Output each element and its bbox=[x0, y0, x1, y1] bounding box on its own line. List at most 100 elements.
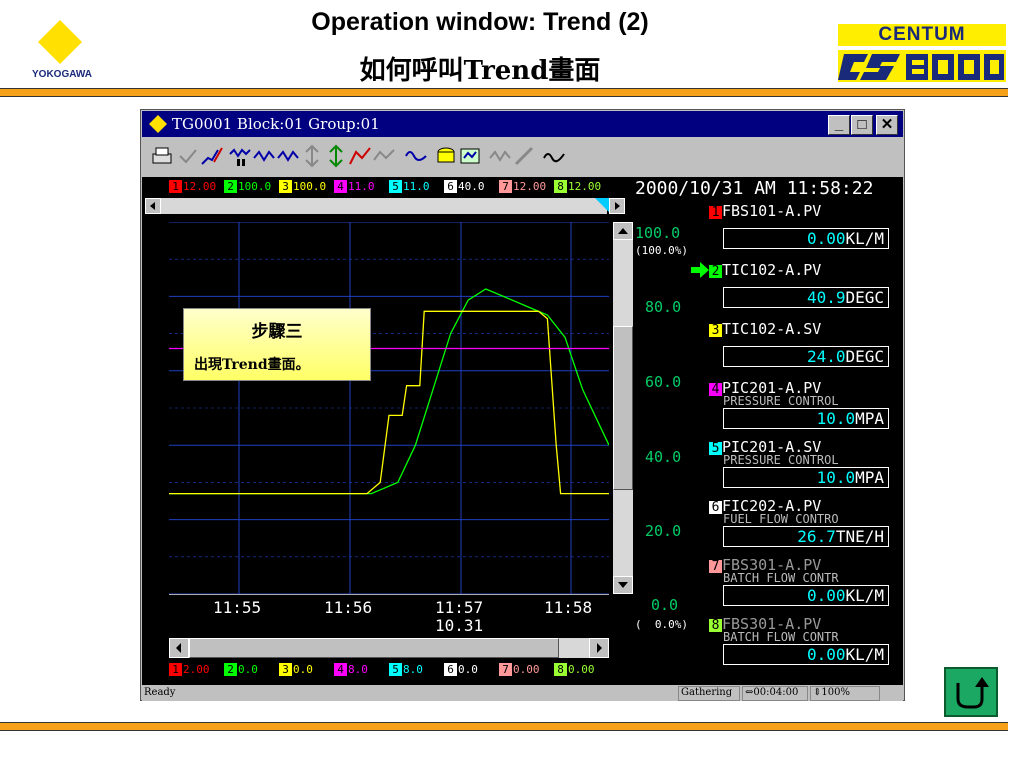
pen-number-badge: 5 bbox=[709, 442, 722, 455]
tag-row-8[interactable]: 8 FBS301-A.PV BATCH FLOW CONTR 0.00KL/M bbox=[709, 615, 903, 673]
pen-number-badge: 2 bbox=[709, 265, 722, 278]
window-titlebar[interactable]: TG0001 Block:01 Group:01 _ □ ✕ bbox=[142, 111, 903, 137]
tag-row-6[interactable]: 6 FIC202-A.PV FUEL FLOW CONTRO 26.7TNE/H bbox=[709, 497, 903, 555]
tag-name-line: 3 TIC102-A.SV bbox=[709, 320, 821, 338]
time-cursor-marker-icon[interactable] bbox=[595, 198, 609, 212]
trend-select-icon[interactable] bbox=[348, 144, 372, 168]
scroll-down-button[interactable] bbox=[613, 576, 633, 594]
trend-expand-icon[interactable] bbox=[324, 144, 348, 168]
tag-row-2[interactable]: 2 TIC102-A.PV 40.9DEGC bbox=[709, 261, 903, 319]
tag-row-3[interactable]: 3 TIC102-A.SV 24.0DEGC bbox=[709, 320, 903, 378]
tag-unit: MPA bbox=[855, 468, 884, 487]
scroll-right-bottom-button[interactable] bbox=[589, 638, 609, 658]
tag-description: BATCH FLOW CONTR bbox=[723, 630, 839, 644]
vertical-scroll-thumb[interactable] bbox=[613, 326, 633, 490]
bottom-scale-3: 3 0.0 bbox=[279, 663, 313, 676]
data-load-icon[interactable] bbox=[434, 144, 458, 168]
tag-name: FBS101-A.PV bbox=[722, 202, 822, 220]
minimize-button[interactable]: _ bbox=[828, 115, 850, 135]
pen-number-badge: 2 bbox=[224, 663, 237, 676]
tag-row-1[interactable]: 1 FBS101-A.PV 0.00KL/M bbox=[709, 202, 903, 260]
tag-value: 26.7 bbox=[797, 527, 836, 546]
trend-left-icon[interactable] bbox=[252, 144, 276, 168]
trend-line-icon[interactable] bbox=[542, 144, 566, 168]
pen-number-badge: 7 bbox=[499, 663, 512, 676]
selected-pen-arrow-icon bbox=[691, 262, 709, 278]
trend-right-icon[interactable] bbox=[276, 144, 300, 168]
tag-row-5[interactable]: 5 PIC201-A.SV PRESSURE CONTROL 10.0MPA bbox=[709, 438, 903, 496]
bottom-scale-5: 5 8.0 bbox=[389, 663, 423, 676]
tag-value: 24.0 bbox=[806, 347, 846, 366]
trend-pause-icon[interactable] bbox=[228, 144, 252, 168]
scale-value: 12.00 bbox=[183, 180, 217, 193]
pen-number-badge: 6 bbox=[444, 180, 457, 193]
bottom-scroll-thumb[interactable] bbox=[189, 638, 559, 658]
scroll-left-top-button[interactable] bbox=[145, 198, 161, 214]
timestamp: 2000/10/31 AM 11:58:22 bbox=[635, 178, 874, 199]
check-icon[interactable] bbox=[176, 144, 200, 168]
tag-value: 0.00 bbox=[806, 586, 846, 605]
tag-value-box: 10.0MPA bbox=[723, 408, 889, 429]
pen-number-badge: 1 bbox=[169, 180, 182, 193]
trend-gray-icon[interactable] bbox=[372, 144, 396, 168]
tag-name: TIC102-A.SV bbox=[722, 320, 822, 338]
scale-value: 2.00 bbox=[183, 663, 210, 676]
pen-number-badge: 8 bbox=[709, 619, 722, 632]
tag-value: 10.0 bbox=[816, 468, 856, 487]
page-subtitle: 如何呼叫Trend畫面 bbox=[359, 56, 601, 86]
scale-value: 12.00 bbox=[513, 180, 547, 193]
tag-row-7[interactable]: 7 FBS301-A.PV BATCH FLOW CONTR 0.00KL/M bbox=[709, 556, 903, 614]
bottom-scale-6: 6 0.0 bbox=[444, 663, 478, 676]
time-axis: 11:55 11:56 11:57 11:58 10.31 bbox=[169, 594, 609, 637]
top-scale-5: 5 11.0 bbox=[389, 180, 430, 193]
toolbar bbox=[142, 139, 903, 177]
top-scroll-track[interactable] bbox=[161, 198, 607, 214]
status-ready: Ready bbox=[144, 687, 176, 698]
trend-zoom-icon[interactable] bbox=[300, 144, 324, 168]
tool-edit-icon[interactable] bbox=[512, 144, 536, 168]
status-span: ⇔00:04:00 bbox=[742, 686, 808, 701]
tag-value-box: 26.7TNE/H bbox=[723, 526, 889, 547]
pen-number-badge: 8 bbox=[554, 180, 567, 193]
status-zoom-value: 100% bbox=[821, 687, 850, 698]
pen-number-badge: 8 bbox=[554, 663, 567, 676]
return-arrow-icon bbox=[956, 677, 989, 709]
trend-window: TG0001 Block:01 Group:01 _ □ ✕ 1 12.00 2 10… bbox=[140, 109, 905, 701]
edit-pen-icon[interactable] bbox=[200, 144, 224, 168]
trend-stop-icon[interactable] bbox=[488, 144, 512, 168]
scroll-left-bottom-button[interactable] bbox=[169, 638, 189, 658]
scroll-right-top-button[interactable] bbox=[609, 198, 625, 214]
scale-value: 8.0 bbox=[403, 663, 423, 676]
tag-row-4[interactable]: 4 PIC201-A.PV PRESSURE CONTROL 10.0MPA bbox=[709, 379, 903, 437]
trend-wave-icon[interactable] bbox=[404, 144, 428, 168]
pen-number-badge: 3 bbox=[279, 180, 292, 193]
bottom-scale-7: 7 0.00 bbox=[499, 663, 540, 676]
tag-description: PRESSURE CONTROL bbox=[723, 394, 839, 408]
pen-number-badge: 3 bbox=[279, 663, 292, 676]
scroll-up-button[interactable] bbox=[613, 222, 633, 240]
yokogawa-logo-text: YOKOGAWA bbox=[32, 69, 93, 80]
tag-value: 40.9 bbox=[806, 288, 846, 307]
scale-value: 0.0 bbox=[293, 663, 313, 676]
return-button[interactable] bbox=[944, 667, 998, 717]
tag-value-box: 0.00KL/M bbox=[723, 228, 889, 249]
close-button[interactable]: ✕ bbox=[876, 115, 898, 135]
tag-value: 10.0 bbox=[816, 409, 856, 428]
bottom-scale-4: 4 8.0 bbox=[334, 663, 368, 676]
y-axis-label-100: 100.0 bbox=[635, 224, 681, 242]
tag-unit: KL/M bbox=[845, 586, 884, 605]
pen-number-badge: 4 bbox=[334, 180, 347, 193]
print-icon[interactable] bbox=[150, 144, 174, 168]
top-scale-1: 1 12.00 bbox=[169, 180, 216, 193]
bottom-scale-1: 1 2.00 bbox=[169, 663, 210, 676]
tag-unit: DEGC bbox=[845, 288, 884, 307]
x-axis-label-1158: 11:58 bbox=[544, 598, 593, 617]
data-save-icon[interactable] bbox=[458, 144, 482, 168]
scale-value: 0.00 bbox=[568, 663, 595, 676]
tag-unit: MPA bbox=[855, 409, 884, 428]
top-scale-8: 8 12.00 bbox=[554, 180, 601, 193]
trend-chart bbox=[169, 222, 609, 594]
y-axis-label-40: 40.0 bbox=[645, 448, 682, 466]
status-zoom: ⇕100% bbox=[810, 686, 880, 701]
maximize-button[interactable]: □ bbox=[851, 115, 873, 135]
